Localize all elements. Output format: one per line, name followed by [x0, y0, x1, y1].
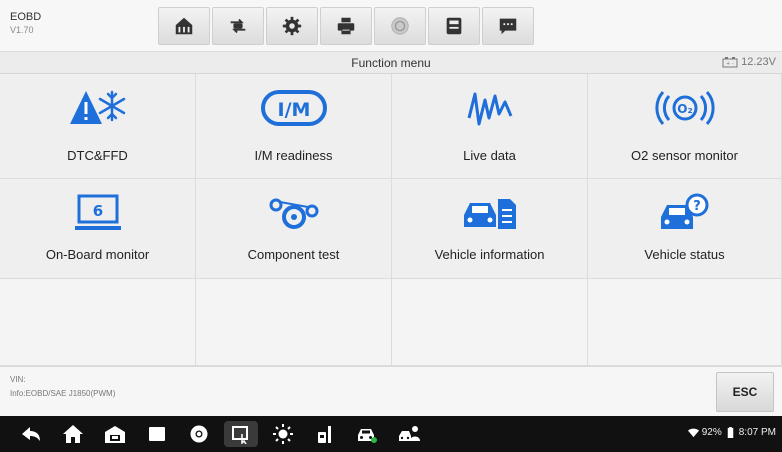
menu-item-im-readiness[interactable]: I/M I/M readiness — [196, 74, 392, 179]
recent-apps-button[interactable] — [146, 424, 168, 444]
svg-text:6: 6 — [92, 202, 102, 220]
screenshot-button[interactable] — [224, 421, 258, 447]
battery-percent: 92% — [701, 427, 722, 438]
save-icon — [446, 17, 462, 35]
chrome-icon — [190, 425, 208, 443]
vehicle-info-icon — [463, 199, 516, 229]
recent-apps-icon — [149, 427, 165, 441]
vehicle-swap-button[interactable] — [212, 7, 264, 45]
remote-expert-button[interactable] — [398, 424, 420, 444]
svg-text:?: ? — [693, 199, 701, 214]
onboard-monitor-icon: 6 — [74, 194, 121, 230]
menu-item-vehicle-information[interactable]: Vehicle information — [392, 179, 588, 279]
battery-voltage: 12.23V — [741, 56, 776, 68]
empty-tile — [392, 279, 588, 366]
save-button[interactable] — [428, 7, 480, 45]
app-version: V1.70 — [10, 25, 34, 35]
menu-item-label: O2 sensor monitor — [631, 148, 738, 163]
vci-connection-icon — [318, 426, 331, 443]
menu-item-label: Component test — [247, 247, 340, 262]
home-button[interactable] — [158, 7, 210, 45]
vin-label: VIN: — [10, 375, 26, 384]
vci-status-button[interactable] — [314, 424, 336, 444]
svg-text:O₂: O₂ — [677, 102, 692, 116]
vehicle-shortcut-button[interactable] — [356, 424, 378, 444]
menu-item-vehicle-status[interactable]: ? Vehicle status — [588, 179, 782, 279]
car-icon — [358, 429, 377, 443]
empty-tile — [196, 279, 392, 366]
settings-button[interactable] — [266, 7, 318, 45]
battery-icon — [727, 427, 733, 438]
title-strip: Function menu + - 12.23V — [0, 52, 782, 74]
app-name: EOBD — [10, 11, 42, 23]
android-home-icon — [63, 425, 83, 443]
svg-text:+ -: + - — [726, 61, 734, 67]
menu-item-dtc-ffd[interactable]: DTC&FFD — [0, 74, 196, 179]
brightness-icon — [273, 424, 293, 444]
im-readiness-icon: I/M — [260, 90, 327, 126]
brightness-button[interactable] — [272, 424, 294, 444]
menu-item-o2-sensor-monitor[interactable]: O₂ O2 sensor monitor — [588, 74, 782, 179]
clock: 8:07 PM — [738, 427, 776, 438]
data-logging-icon — [499, 18, 517, 35]
vehicle-battery: + - 12.23V — [722, 56, 776, 68]
o2-sensor-icon: O₂ — [654, 91, 715, 125]
back-button[interactable] — [20, 424, 42, 444]
garage-icon — [105, 426, 125, 443]
menu-item-live-data[interactable]: Live data — [392, 74, 588, 179]
wifi-icon — [687, 428, 699, 438]
settings-icon — [282, 16, 302, 36]
vehicle-swap-icon — [230, 18, 246, 34]
help-button[interactable] — [374, 7, 426, 45]
print-icon — [337, 17, 355, 35]
info-bar: VIN: Info:EOBD/SAE J1850(PWM) ESC — [0, 366, 782, 416]
app-info: EOBD V1.70 — [10, 10, 41, 37]
menu-item-label: I/M readiness — [254, 148, 333, 163]
car-battery-icon: + - — [722, 56, 738, 67]
screenshot-icon — [232, 426, 248, 444]
top-bar: EOBD V1.70 — [0, 0, 782, 52]
svg-text:I/M: I/M — [277, 99, 310, 121]
remote-expert-icon — [399, 426, 420, 441]
page-title: Function menu — [351, 56, 431, 70]
browser-button[interactable] — [188, 424, 210, 444]
menu-item-label: DTC&FFD — [67, 148, 128, 163]
esc-button[interactable]: ESC — [716, 372, 774, 412]
vci-home-button[interactable] — [104, 424, 126, 444]
dtc-warning-icon — [69, 90, 125, 124]
system-status: 92% 8:07 PM — [687, 427, 776, 438]
menu-item-label: Live data — [463, 148, 516, 163]
menu-item-component-test[interactable]: Component test — [196, 179, 392, 279]
menu-item-label: Vehicle information — [434, 247, 545, 262]
screen: EOBD V1.70 Function menu + - 12.23V DTC&… — [0, 0, 782, 452]
menu-item-label: Vehicle status — [644, 247, 725, 262]
print-button[interactable] — [320, 7, 372, 45]
protocol-info: Info:EOBD/SAE J1850(PWM) — [10, 389, 116, 398]
vehicle-status-icon: ? — [660, 193, 708, 229]
data-logging-button[interactable] — [482, 7, 534, 45]
toolbar — [158, 7, 536, 45]
function-grid: DTC&FFD I/M I/M readiness Live data O₂ O… — [0, 74, 782, 366]
menu-item-label: On-Board monitor — [45, 247, 150, 262]
system-nav-bar: 92% 8:07 PM — [0, 416, 782, 452]
empty-tile — [0, 279, 196, 366]
menu-item-onboard-monitor[interactable]: 6 On-Board monitor — [0, 179, 196, 279]
home-nav-button[interactable] — [62, 424, 84, 444]
component-test-icon — [269, 198, 318, 229]
home-icon — [175, 17, 193, 35]
help-icon — [391, 17, 409, 35]
empty-tile — [588, 279, 782, 366]
live-data-icon — [467, 92, 512, 126]
back-icon — [22, 427, 40, 441]
